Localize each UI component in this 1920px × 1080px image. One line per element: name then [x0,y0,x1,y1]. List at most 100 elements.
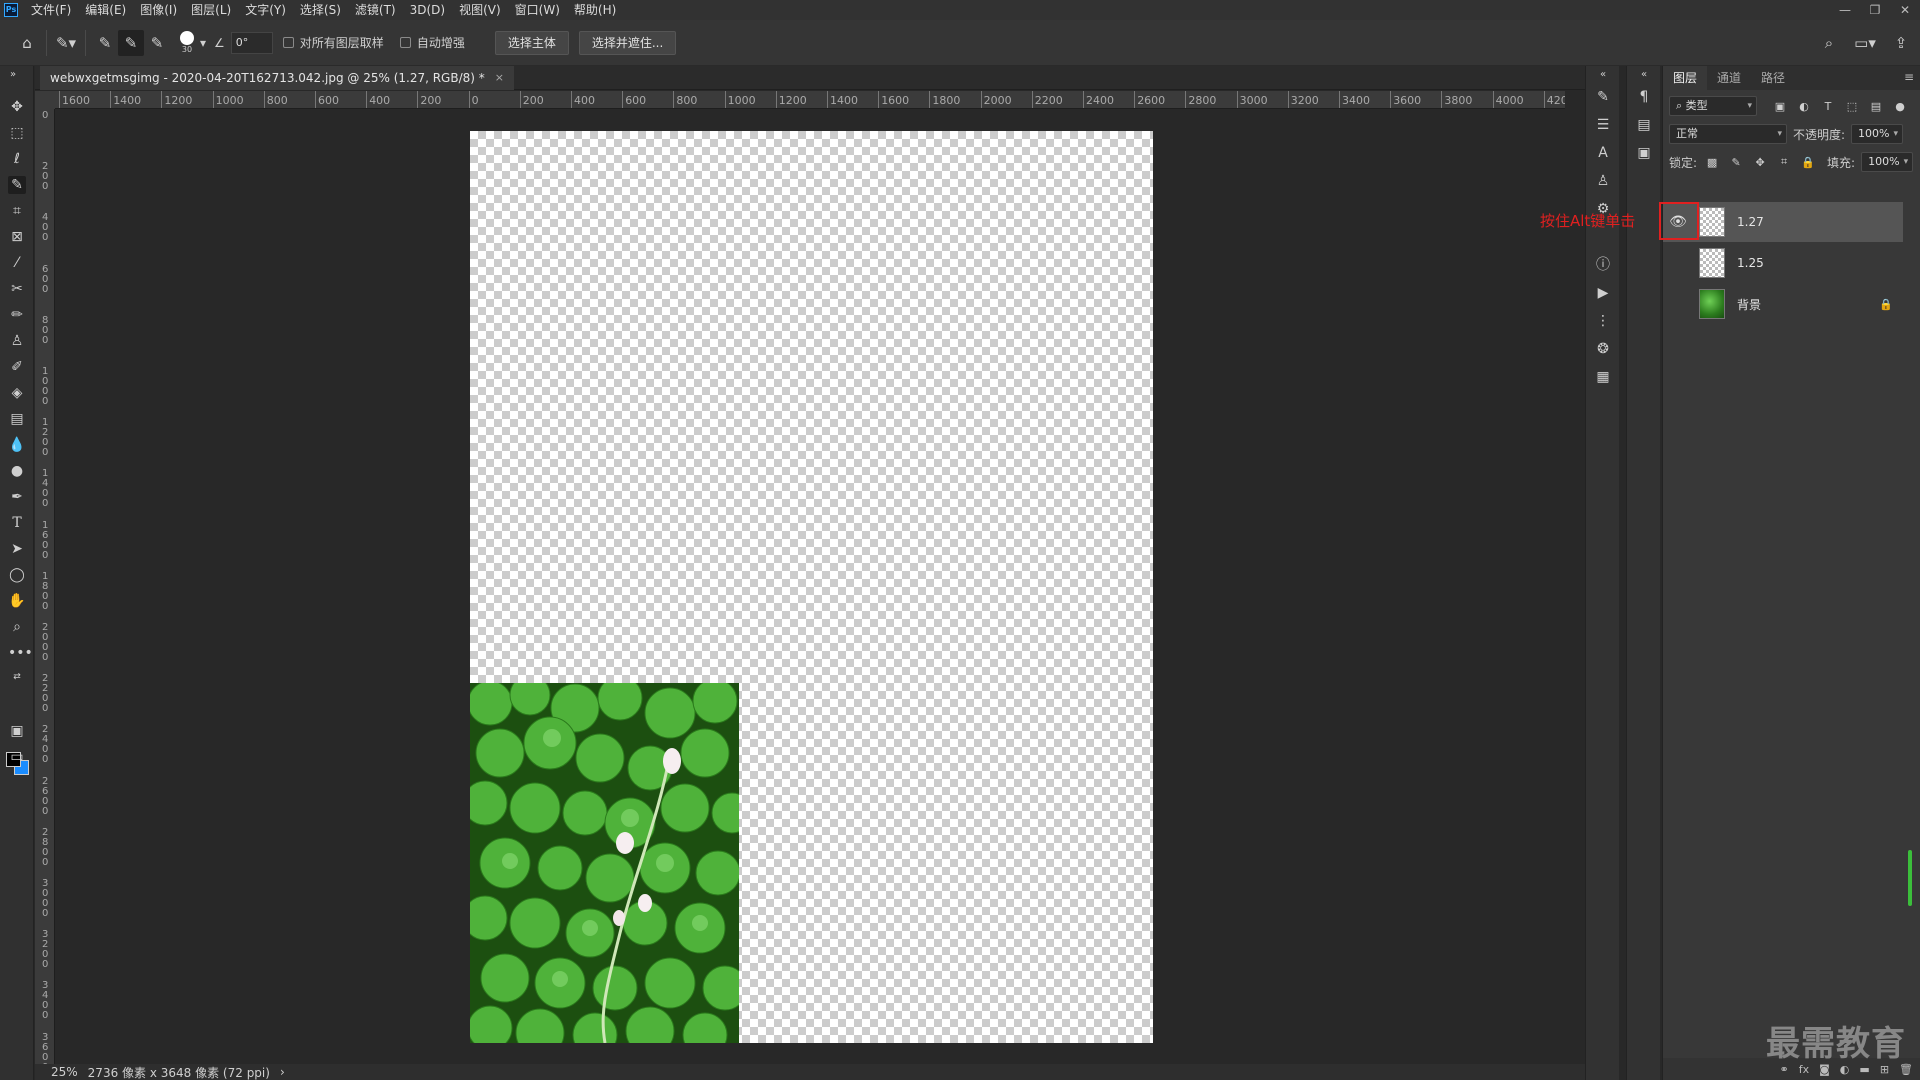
collapse-panels-icon[interactable]: « [1635,66,1653,84]
move-tool-icon[interactable]: ✥ [8,98,26,116]
zoom-level[interactable]: 25% [51,1065,78,1079]
tab-layers[interactable]: 图层 [1663,66,1708,90]
lock-all-icon[interactable]: 🔒 [1799,156,1817,169]
quick-mask-icon[interactable]: ▣ [8,722,26,740]
adjustments-icon[interactable]: ☰ [1594,116,1612,134]
document-tab[interactable]: webwxgetmsgimg - 2020-04-20T162713.042.j… [40,66,514,90]
timeline-icon[interactable]: ⋮ [1594,312,1612,330]
table-icon[interactable]: ▦ [1594,368,1612,386]
lock-image-pixels-icon[interactable]: ✎ [1727,156,1745,169]
properties-icon[interactable]: ▤ [1635,116,1653,134]
minimize-button[interactable]: — [1830,0,1860,20]
menu-file[interactable]: 文件(F) [24,0,78,20]
share-icon[interactable]: ⇪ [1888,30,1914,56]
menu-image[interactable]: 图像(I) [133,0,184,20]
adjustment-filter-icon[interactable]: ◐ [1795,100,1813,113]
quick-selection-tool-icon[interactable]: ✎ [8,176,26,194]
chevron-down-icon[interactable]: ▾ [200,36,206,50]
fill-input[interactable]: 100% ▾ [1861,152,1914,172]
opacity-input[interactable]: 100% ▾ [1851,124,1904,144]
panel-menu-icon[interactable]: ≡ [1904,70,1914,84]
collapse-panels-icon[interactable]: « [1594,66,1612,84]
ellipse-tool-icon[interactable]: ◯ [8,566,26,584]
eyedropper-tool-icon[interactable]: ⁄ [8,254,26,272]
eraser-tool-icon[interactable]: ◈ [8,384,26,402]
3d-icon[interactable]: ❂ [1594,340,1612,358]
play-icon[interactable]: ▶ [1594,284,1612,302]
brush-settings-icon[interactable]: ✎ [1594,88,1612,106]
history-brush-tool-icon[interactable]: ✐ [8,358,26,376]
menu-edit[interactable]: 编辑(E) [78,0,133,20]
layer-row-1-25[interactable]: 1.25 [1663,243,1903,283]
tool-preset-picker-icon[interactable]: ✎▾ [53,30,79,56]
info-icon[interactable]: ⓘ [1594,256,1612,274]
zoom-tool-icon[interactable]: ⌕ [8,618,26,636]
character-icon[interactable]: A [1594,144,1612,162]
more-tools-icon[interactable]: ••• [8,644,33,662]
pen-tool-icon[interactable]: ✒ [8,488,26,506]
smart-object-filter-icon[interactable]: ▤ [1867,100,1885,113]
frame-tool-icon[interactable]: ⊠ [8,228,26,246]
home-icon[interactable]: ⌂ [14,30,40,56]
workspace-icon[interactable]: ▭▾ [1852,30,1878,56]
clone-stamp-tool-icon[interactable]: ♙ [8,332,26,350]
healing-brush-tool-icon[interactable]: ✂ [8,280,26,298]
shape-filter-icon[interactable]: ⬚ [1843,100,1861,113]
layer-name[interactable]: 1.27 [1737,215,1764,229]
gradient-tool-icon[interactable]: ▤ [8,410,26,428]
brush-size-picker[interactable]: 30 [176,28,198,58]
hand-tool-icon[interactable]: ✋ [8,592,26,610]
collapse-toolbar-icon[interactable]: » [4,66,22,84]
lock-transparent-pixels-icon[interactable]: ▩ [1703,156,1721,169]
filter-kind-dropdown[interactable]: ⌕ 类型 ▾ [1669,96,1757,116]
marquee-tool-icon[interactable]: ⬚ [8,124,26,142]
menu-type[interactable]: 文字(Y) [238,0,293,20]
angle-input[interactable]: 0° [230,31,273,54]
layer-name[interactable]: 1.25 [1737,256,1764,270]
layer-name[interactable]: 背景 [1737,296,1761,313]
menu-window[interactable]: 窗口(W) [508,0,567,20]
paragraph-icon[interactable]: ¶ [1635,88,1653,106]
scroll-indicator[interactable] [1908,850,1912,906]
filter-toggle-icon[interactable]: ● [1891,100,1909,113]
subtract-from-selection-icon[interactable]: ✎ [144,30,170,56]
brush-tool-icon[interactable]: ✏ [8,306,26,324]
auto-enhance-checkbox[interactable] [399,37,411,48]
menu-view[interactable]: 视图(V) [452,0,508,20]
blur-tool-icon[interactable]: 💧 [8,436,26,454]
blend-mode-dropdown[interactable]: 正常 ▾ [1669,124,1787,144]
dodge-tool-icon[interactable]: ● [8,462,26,480]
clone-source-icon[interactable]: ♙ [1594,172,1612,190]
layer-row-1-27[interactable]: 👁 1.27 [1663,202,1903,242]
tab-paths[interactable]: 路径 [1751,66,1795,90]
visibility-toggle[interactable] [1663,284,1693,324]
menu-3d[interactable]: 3D(D) [403,0,452,20]
screen-mode-icon[interactable]: ▭ [8,748,26,766]
type-filter-icon[interactable]: T [1819,100,1837,113]
status-menu-chevron-icon[interactable]: › [280,1065,285,1079]
lock-position-icon[interactable]: ✥ [1751,156,1769,169]
visibility-toggle[interactable] [1663,243,1693,283]
notes-icon[interactable]: ▣ [1635,144,1653,162]
lock-artboard-icon[interactable]: ⌗ [1775,155,1793,169]
select-and-mask-button[interactable]: 选择并遮住... [578,30,677,55]
close-button[interactable]: ✕ [1890,0,1920,20]
new-selection-icon[interactable]: ✎ [92,30,118,56]
menu-layer[interactable]: 图层(L) [184,0,238,20]
tab-channels[interactable]: 通道 [1707,66,1751,90]
search-icon[interactable]: ⌕ [1816,30,1842,56]
close-icon[interactable]: × [495,66,504,90]
menu-select[interactable]: 选择(S) [293,0,348,20]
document-canvas[interactable] [470,131,1153,1043]
swap-colors-icon[interactable]: ⇄ [8,668,26,686]
pixel-filter-icon[interactable]: ▣ [1771,100,1789,113]
canvas-area[interactable] [56,110,1564,1064]
type-tool-icon[interactable]: T [8,514,26,532]
layer-row-background[interactable]: 背景 🔒 [1663,284,1903,324]
path-selection-tool-icon[interactable]: ➤ [8,540,26,558]
restore-button[interactable]: ❐ [1860,0,1890,20]
menu-help[interactable]: 帮助(H) [567,0,623,20]
select-subject-button[interactable]: 选择主体 [494,30,569,55]
crop-tool-icon[interactable]: ⌗ [8,202,26,220]
menu-filter[interactable]: 滤镜(T) [348,0,403,20]
